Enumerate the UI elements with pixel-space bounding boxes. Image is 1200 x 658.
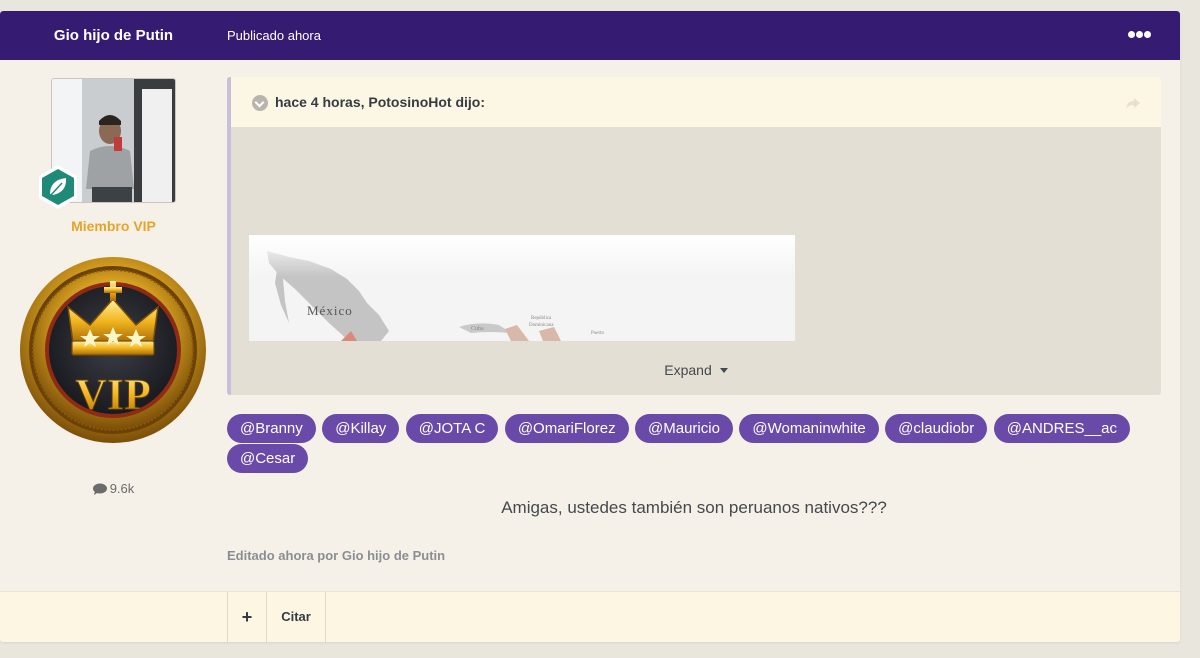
- mention-tag[interactable]: @Killay: [322, 414, 400, 443]
- author-name-link[interactable]: Gio hijo de Putin: [0, 11, 227, 60]
- edited-note: Editado ahora por Gio hijo de Putin: [227, 548, 446, 563]
- forum-post: Gio hijo de Putin Publicado ahora Miembr…: [0, 11, 1180, 642]
- post-count: 9.6k: [0, 481, 227, 496]
- svg-text:México: México: [307, 303, 353, 318]
- svg-text:VIP: VIP: [75, 370, 151, 419]
- more-options-icon[interactable]: [1124, 25, 1156, 45]
- quote-block: hace 4 horas, PotosinoHot dijo: México C…: [227, 77, 1161, 395]
- mention-tag[interactable]: @Mauricio: [635, 414, 733, 443]
- share-arrow-icon[interactable]: [1125, 95, 1141, 111]
- mention-tag[interactable]: @JOTA C: [405, 414, 499, 443]
- post-header: Gio hijo de Putin Publicado ahora: [0, 11, 1180, 60]
- quote-header: hace 4 horas, PotosinoHot dijo:: [231, 77, 1161, 127]
- mention-list: @Branny @Killay @JOTA C @OmariFlorez @Ma…: [227, 414, 1161, 474]
- svg-text:República: República: [531, 316, 552, 321]
- expand-button[interactable]: Expand: [231, 362, 1161, 378]
- published-time: Publicado ahora: [227, 28, 321, 43]
- quote-button[interactable]: Citar: [266, 592, 326, 642]
- svg-text:Dominicana: Dominicana: [529, 323, 554, 328]
- caret-down-icon: [719, 368, 728, 373]
- mention-tag[interactable]: @Cesar: [227, 444, 309, 473]
- mention-tag[interactable]: @claudiobr: [885, 414, 988, 443]
- svg-text:Puerto: Puerto: [591, 331, 605, 336]
- vip-badge-image: VIP: [20, 257, 206, 443]
- mention-tag[interactable]: @Branny: [227, 414, 316, 443]
- comment-icon: [92, 483, 107, 495]
- member-group-label: Miembro VIP: [71, 218, 156, 234]
- map-image: México Cuba República Dominicana Puerto: [249, 235, 795, 341]
- mention-tag[interactable]: @Womaninwhite: [739, 414, 879, 443]
- mention-tag[interactable]: @OmariFlorez: [504, 414, 629, 443]
- post-body-text: Amigas, ustedes también son peruanos nat…: [501, 498, 887, 517]
- mention-tag[interactable]: @ANDRES__ac: [993, 414, 1131, 443]
- svg-text:Cuba: Cuba: [471, 326, 484, 332]
- rank-leaf-icon: [39, 165, 77, 209]
- quote-citation: hace 4 horas, PotosinoHot dijo:: [275, 94, 486, 110]
- post-footer: + Citar: [0, 591, 1180, 642]
- multiquote-plus-button[interactable]: +: [227, 592, 266, 642]
- quote-collapse-icon[interactable]: [252, 95, 268, 111]
